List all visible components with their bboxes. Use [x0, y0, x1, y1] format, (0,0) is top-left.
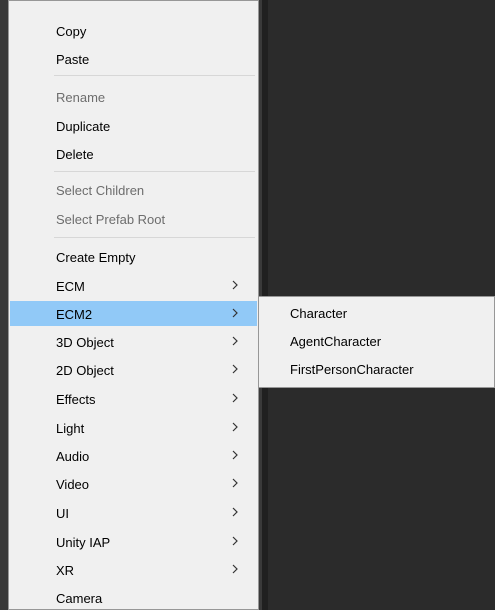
- chevron-right-icon: [232, 536, 238, 546]
- submenu-item-label: Character: [290, 306, 348, 321]
- menu-item-effects[interactable]: Effects: [10, 386, 257, 411]
- submenu-item-label: AgentCharacter: [290, 334, 382, 349]
- chevron-right-icon: [232, 280, 238, 290]
- left-panel-strip: [0, 0, 8, 610]
- chevron-right-icon: [232, 564, 238, 574]
- submenu-item-label: FirstPersonCharacter: [290, 362, 414, 377]
- menu-item-label: Select Prefab Root: [56, 212, 166, 227]
- chevron-right-icon: [232, 507, 238, 517]
- menu-item-label: Duplicate: [56, 119, 111, 134]
- chevron-right-icon: [232, 336, 238, 346]
- menu-item-label: XR: [56, 563, 75, 578]
- menu-item-3d-object[interactable]: 3D Object: [10, 329, 257, 354]
- menu-item-video[interactable]: Video: [10, 471, 257, 496]
- menu-item-label: Effects: [56, 392, 96, 407]
- menu-item-select-children[interactable]: Select Children: [10, 177, 257, 202]
- menu-item-camera[interactable]: Camera: [10, 585, 257, 610]
- menu-item-label: ECM2: [56, 307, 93, 322]
- chevron-right-icon: [232, 450, 238, 460]
- menu-item-unity-iap[interactable]: Unity IAP: [10, 529, 257, 554]
- submenu-item-first-person-character[interactable]: FirstPersonCharacter: [260, 356, 493, 381]
- menu-item-label: ECM: [56, 279, 85, 294]
- menu-item-ecm[interactable]: ECM: [10, 273, 257, 298]
- chevron-right-icon: [232, 478, 238, 488]
- chevron-right-icon: [232, 422, 238, 432]
- chevron-right-icon: [232, 393, 238, 403]
- menu-item-ui[interactable]: UI: [10, 500, 257, 525]
- menu-item-label: Camera: [56, 591, 103, 606]
- chevron-right-icon: [232, 364, 238, 374]
- menu-item-audio[interactable]: Audio: [10, 443, 257, 468]
- menu-item-label: Select Children: [56, 183, 145, 198]
- menu-item-label: Audio: [56, 449, 90, 464]
- menu-item-label: Create Empty: [56, 250, 136, 265]
- context-menu: Copy Paste Rename Duplicate Delete Selec…: [8, 0, 259, 610]
- menu-item-2d-object[interactable]: 2D Object: [10, 357, 257, 382]
- menu-item-paste[interactable]: Paste: [10, 46, 257, 71]
- menu-item-label: Video: [56, 477, 90, 492]
- menu-item-rename[interactable]: Rename: [10, 84, 257, 109]
- chevron-right-icon: [232, 308, 238, 318]
- menu-item-select-prefab-root[interactable]: Select Prefab Root: [10, 206, 257, 231]
- menu-item-label: Rename: [56, 90, 106, 105]
- menu-item-light[interactable]: Light: [10, 415, 257, 440]
- menu-item-ecm2[interactable]: ECM2: [10, 301, 257, 326]
- menu-separator: [54, 237, 255, 238]
- submenu-item-agent-character[interactable]: AgentCharacter: [260, 328, 493, 353]
- menu-separator: [54, 75, 255, 76]
- menu-item-label: Copy: [56, 24, 87, 39]
- menu-item-label: Unity IAP: [56, 535, 111, 550]
- submenu-item-character[interactable]: Character: [260, 300, 493, 325]
- menu-item-xr[interactable]: XR: [10, 557, 257, 582]
- menu-item-label: UI: [56, 506, 69, 521]
- menu-item-label: Paste: [56, 52, 90, 67]
- menu-item-label: 2D Object: [56, 363, 114, 378]
- menu-item-create-empty[interactable]: Create Empty: [10, 244, 257, 269]
- ecm2-submenu: Character AgentCharacter FirstPersonChar…: [258, 296, 495, 388]
- menu-item-duplicate[interactable]: Duplicate: [10, 113, 257, 138]
- menu-item-label: Light: [56, 421, 85, 436]
- menu-item-copy[interactable]: Copy: [10, 18, 257, 43]
- menu-item-delete[interactable]: Delete: [10, 141, 257, 166]
- menu-separator: [54, 171, 255, 172]
- menu-item-label: 3D Object: [56, 335, 114, 350]
- menu-item-label: Delete: [56, 147, 94, 162]
